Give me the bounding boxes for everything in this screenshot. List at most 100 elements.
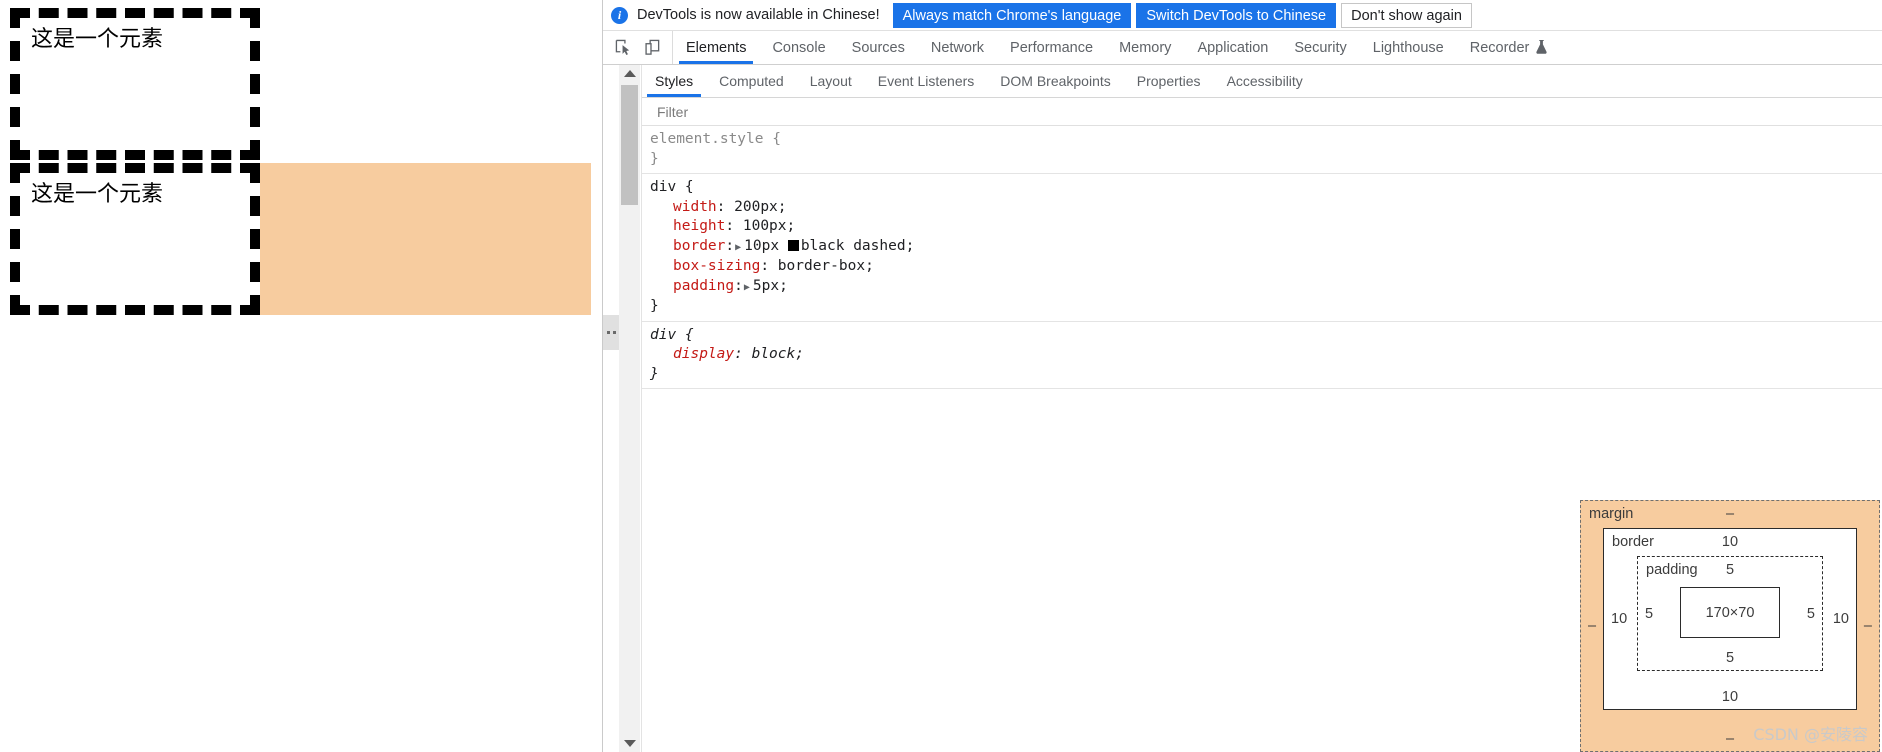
- colon: :: [734, 346, 752, 362]
- box-model-border-right[interactable]: 10: [1833, 611, 1849, 627]
- box-model-margin-left[interactable]: –: [1588, 618, 1596, 634]
- language-infobar: i DevTools is now available in Chinese! …: [603, 0, 1882, 31]
- css-selector[interactable]: div: [650, 327, 676, 343]
- box-model-margin-right[interactable]: –: [1864, 618, 1872, 634]
- css-property-name: box-sizing: [673, 258, 761, 274]
- box-model-padding-left[interactable]: 5: [1645, 606, 1653, 622]
- tab-network-label: Network: [930, 39, 985, 56]
- tab-dom-breakpoints-label: DOM Breakpoints: [1000, 73, 1111, 89]
- grip-dot: [612, 331, 616, 334]
- styles-filter-row: [642, 98, 1882, 126]
- tab-memory[interactable]: Memory: [1106, 31, 1184, 64]
- semicolon: ;: [779, 277, 788, 294]
- device-toolbar-button[interactable]: [638, 39, 667, 56]
- css-declaration-display[interactable]: display: block;: [650, 345, 1882, 365]
- tab-dom-breakpoints[interactable]: DOM Breakpoints: [987, 65, 1123, 97]
- tab-elements[interactable]: Elements: [673, 31, 759, 64]
- tab-application[interactable]: Application: [1184, 31, 1281, 64]
- tab-layout[interactable]: Layout: [797, 65, 865, 97]
- demo-div-1-text: 这是一个元素: [31, 27, 164, 52]
- infobar-message: DevTools is now available in Chinese!: [637, 7, 880, 23]
- tab-computed[interactable]: Computed: [706, 65, 797, 97]
- css-property-value[interactable]: 100px: [743, 218, 787, 234]
- semicolon: ;: [777, 198, 787, 215]
- colon: :: [725, 218, 743, 234]
- tab-performance[interactable]: Performance: [997, 31, 1106, 64]
- css-property-value[interactable]: border-box: [778, 258, 865, 274]
- css-declaration-box-sizing[interactable]: box-sizing: border-box;: [650, 257, 1882, 277]
- css-property-value[interactable]: 200px: [734, 199, 778, 215]
- tab-recorder-label: Recorder: [1469, 39, 1530, 56]
- tab-computed-label: Computed: [719, 73, 784, 89]
- brace-close: }: [650, 298, 659, 314]
- css-rule-element-style[interactable]: element.style { }: [642, 126, 1882, 174]
- box-model-border-top[interactable]: 10: [1604, 534, 1856, 550]
- tab-recorder[interactable]: Recorder: [1457, 31, 1562, 64]
- css-declaration-width[interactable]: width: 200px;: [650, 198, 1882, 218]
- box-model-margin-bottom[interactable]: –: [1581, 731, 1879, 747]
- css-property-name: border: [673, 237, 726, 254]
- css-selector[interactable]: element.style: [650, 131, 764, 147]
- expand-shorthand-arrow-icon[interactable]: ▶: [744, 278, 750, 298]
- tab-security[interactable]: Security: [1281, 31, 1359, 64]
- tab-console-label: Console: [772, 39, 826, 56]
- css-selector[interactable]: div: [650, 179, 676, 195]
- box-model-margin-area[interactable]: margin – – – – border 10 10 10 10 paddin…: [1580, 500, 1880, 752]
- dont-show-again-button[interactable]: Don't show again: [1341, 2, 1472, 28]
- styles-scrollbar[interactable]: [619, 65, 640, 752]
- inspect-element-button[interactable]: [609, 39, 638, 56]
- tab-network[interactable]: Network: [918, 31, 997, 64]
- demo-div-2[interactable]: 这是一个元素: [10, 163, 260, 315]
- box-model-border-area[interactable]: border 10 10 10 10 padding 5 5 5 5 170×7…: [1603, 528, 1857, 710]
- tab-accessibility[interactable]: Accessibility: [1214, 65, 1316, 97]
- brace-open: {: [676, 326, 694, 343]
- css-declaration-padding[interactable]: padding:▶ 5px;: [650, 277, 1882, 298]
- css-property-value[interactable]: 5px: [753, 278, 779, 294]
- tab-accessibility-label: Accessibility: [1226, 73, 1303, 89]
- css-rule-div-main[interactable]: div { width: 200px; height: 100px; borde…: [642, 174, 1882, 322]
- color-swatch[interactable]: [787, 239, 799, 251]
- css-property-value-tail[interactable]: black dashed: [801, 238, 906, 254]
- styles-sub-tabbar: Styles Computed Layout Event Listeners D…: [642, 65, 1882, 98]
- expand-shorthand-arrow-icon[interactable]: ▶: [735, 238, 741, 258]
- tab-layout-label: Layout: [809, 73, 852, 89]
- box-model-padding-area[interactable]: padding 5 5 5 5 170×70: [1637, 556, 1823, 671]
- tab-memory-label: Memory: [1119, 39, 1172, 56]
- css-property-name: display: [673, 346, 735, 362]
- scroll-down-arrow-icon[interactable]: [619, 735, 640, 752]
- tab-performance-label: Performance: [1010, 39, 1094, 56]
- box-model-padding-bottom[interactable]: 5: [1638, 650, 1822, 666]
- demo-div-1[interactable]: 这是一个元素: [10, 8, 260, 160]
- tab-lighthouse[interactable]: Lighthouse: [1360, 31, 1457, 64]
- css-property-value[interactable]: block: [752, 346, 796, 362]
- css-rule-div-display[interactable]: div { display: block; }: [642, 322, 1882, 389]
- box-model-padding-right[interactable]: 5: [1807, 606, 1815, 622]
- always-match-chrome-language-button[interactable]: Always match Chrome's language: [892, 2, 1132, 28]
- tab-event-listeners[interactable]: Event Listeners: [865, 65, 988, 97]
- tool-icon-group: [603, 31, 673, 64]
- tab-console[interactable]: Console: [759, 31, 838, 64]
- panel-resize-grip[interactable]: [603, 315, 619, 350]
- css-declaration-height[interactable]: height: 100px;: [650, 217, 1882, 237]
- css-property-name: width: [673, 198, 717, 215]
- css-property-name: padding: [673, 277, 735, 294]
- css-declaration-border[interactable]: border:▶ 10px black dashed;: [650, 237, 1882, 258]
- semicolon: ;: [865, 258, 874, 274]
- tab-application-label: Application: [1197, 39, 1269, 56]
- box-model-border-left[interactable]: 10: [1611, 611, 1627, 627]
- box-model-margin-top[interactable]: –: [1581, 506, 1879, 522]
- css-property-value[interactable]: 10px: [744, 238, 779, 254]
- scroll-up-arrow-icon[interactable]: [619, 65, 640, 82]
- scrollbar-thumb[interactable]: [621, 85, 638, 205]
- switch-devtools-to-chinese-button[interactable]: Switch DevTools to Chinese: [1136, 2, 1337, 28]
- tab-sources[interactable]: Sources: [839, 31, 918, 64]
- box-model-border-bottom[interactable]: 10: [1604, 689, 1856, 705]
- tab-styles[interactable]: Styles: [642, 65, 706, 97]
- styles-filter-input[interactable]: [655, 102, 959, 121]
- tab-properties[interactable]: Properties: [1124, 65, 1214, 97]
- box-model-padding-top[interactable]: 5: [1638, 562, 1822, 578]
- css-selector-line: div {: [650, 178, 1882, 198]
- elements-panel-body: Styles Computed Layout Event Listeners D…: [603, 65, 1882, 752]
- grip-dot: [606, 331, 610, 334]
- box-model-content-area[interactable]: 170×70: [1680, 587, 1780, 638]
